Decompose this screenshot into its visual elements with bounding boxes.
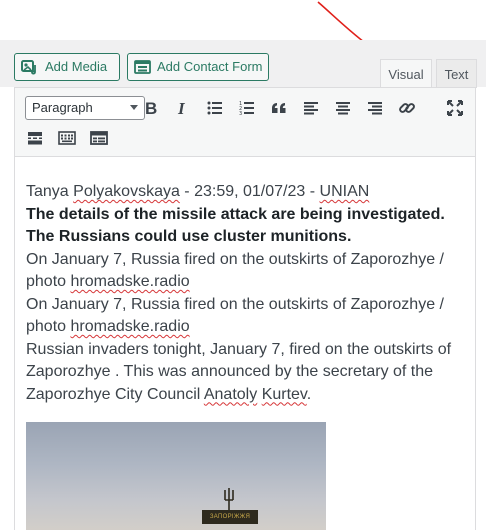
- tab-text-label: Text: [444, 66, 469, 82]
- align-left-icon: [304, 102, 318, 115]
- bold-button[interactable]: B: [139, 96, 163, 120]
- caption-2-credit: hromadske.radio: [70, 318, 190, 335]
- align-center-icon: [336, 102, 350, 115]
- numbered-list-icon: 1 2 3: [239, 101, 254, 115]
- link-icon: [399, 103, 415, 113]
- read-more-button[interactable]: [23, 126, 47, 150]
- add-media-label: Add Media: [45, 59, 108, 74]
- tab-visual[interactable]: Visual: [380, 59, 432, 89]
- document-body: Tanya Polyakovskaya - 23:59, 01/07/23 - …: [26, 181, 466, 406]
- blockquote-icon: [272, 103, 286, 113]
- editor-content-area[interactable]: Tanya Polyakovskaya - 23:59, 01/07/23 - …: [14, 157, 476, 530]
- numbered-list-button[interactable]: 1 2 3: [235, 96, 259, 120]
- blockquote-button[interactable]: [267, 96, 291, 120]
- bulleted-list-button[interactable]: [203, 96, 227, 120]
- insert-link-button[interactable]: [395, 96, 419, 120]
- photo-caption-1: On January 7, Russia fired on the outski…: [26, 249, 466, 294]
- tab-text[interactable]: Text: [436, 59, 477, 88]
- official-last-name: Kurtev: [261, 385, 307, 403]
- tab-visual-label: Visual: [388, 67, 424, 82]
- add-media-icon: [21, 59, 39, 75]
- read-more-icon: [28, 132, 42, 145]
- byline: Tanya Polyakovskaya - 23:59, 01/07/23 - …: [26, 181, 466, 204]
- official-first-name: Anatoly: [203, 385, 258, 403]
- toolbar-toggle-button[interactable]: [55, 126, 79, 150]
- add-contact-form-button[interactable]: Add Contact Form: [127, 53, 269, 81]
- bold-icon: B: [145, 100, 157, 116]
- contact-form-icon: [90, 131, 108, 145]
- byline-source: UNIAN: [319, 183, 370, 200]
- italic-icon: I: [177, 100, 186, 116]
- align-left-button[interactable]: [299, 96, 323, 120]
- contact-form-toolbar-button[interactable]: [87, 126, 111, 150]
- svg-text:B: B: [145, 100, 157, 116]
- editor-toolbar: Paragraph B I 1 2 3: [14, 87, 476, 157]
- fullscreen-icon: [447, 100, 463, 116]
- author-name: Polyakovskaya: [73, 183, 180, 200]
- article-paragraph: Russian invaders tonight, January 7, fir…: [26, 339, 466, 407]
- photo-caption-2: On January 7, Russia fired on the outski…: [26, 294, 466, 339]
- fullscreen-button[interactable]: [443, 96, 467, 120]
- byline-date: - 23:59, 01/07/23 -: [179, 183, 320, 200]
- paragraph-end: .: [306, 385, 312, 403]
- add-media-button[interactable]: Add Media: [14, 53, 120, 81]
- article-photo[interactable]: ЗАПОРІЖЖЯ: [26, 422, 326, 530]
- caption-1-credit: hromadske.radio: [70, 273, 190, 290]
- trident-icon: [224, 488, 234, 510]
- format-select-value: Paragraph: [32, 100, 93, 115]
- chevron-down-icon: [130, 105, 138, 110]
- italic-button[interactable]: I: [171, 96, 195, 120]
- add-contact-form-label: Add Contact Form: [157, 59, 263, 74]
- align-right-button[interactable]: [363, 96, 387, 120]
- image-sign: ЗАПОРІЖЖЯ: [202, 510, 258, 524]
- svg-text:3: 3: [239, 111, 242, 115]
- format-select[interactable]: Paragraph: [25, 96, 145, 120]
- article-headline: The details of the missile attack are be…: [26, 205, 445, 246]
- bulleted-list-icon: [207, 101, 222, 115]
- byline-prefix: Tanya: [26, 183, 74, 200]
- align-right-icon: [368, 102, 382, 115]
- keyboard-icon: [58, 131, 76, 145]
- align-center-button[interactable]: [331, 96, 355, 120]
- svg-text:I: I: [177, 100, 186, 116]
- contact-form-icon: [134, 60, 151, 74]
